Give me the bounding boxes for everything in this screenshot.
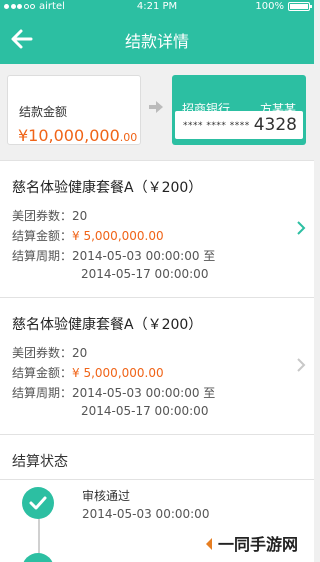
amount-card: 结款金额 ¥10,000,000.00 xyxy=(7,75,141,145)
voucher-count: 20 xyxy=(72,209,88,223)
settle-amount-label: 结算金额： xyxy=(12,229,73,243)
step-pending-icon xyxy=(22,553,54,562)
bank-card: 招商银行 方某某 **** **** **** 4328 xyxy=(172,75,306,145)
period-label: 结算周期： xyxy=(12,249,73,263)
period-start: 2014-05-03 00:00:00 至 xyxy=(72,249,216,263)
period-start: 2014-05-03 00:00:00 至 xyxy=(72,386,216,400)
settlement-item[interactable]: 慈名体验健康套餐A（￥200） 美团券数：20 结算金额：¥ 5,000,000… xyxy=(0,297,314,435)
amount-row: 结算金额：¥ 5,000,000.00 xyxy=(12,227,164,244)
settle-amount: ¥ 5,000,000.00 xyxy=(72,366,164,380)
amount-cents: .00 xyxy=(119,131,138,144)
step-label: 审核通过 xyxy=(82,489,131,503)
site-watermark-logo: 一同手游网 xyxy=(198,532,310,556)
page-title: 结款详情 xyxy=(124,32,189,51)
battery-icon xyxy=(288,2,312,11)
battery-info: 100% xyxy=(255,1,312,12)
period-row: 结算周期：2014-05-03 00:00:00 至 xyxy=(12,384,215,401)
amount-main: ¥10,000,000 xyxy=(18,126,120,145)
settle-amount: ¥ 5,000,000.00 xyxy=(72,229,164,243)
voucher-row: 美团券数：20 xyxy=(12,207,87,224)
item-title: 慈名体验健康套餐A（￥200） xyxy=(12,317,203,333)
settlement-summary: 结款金额 ¥10,000,000.00 招商银行 方某某 **** **** *… xyxy=(0,64,314,160)
amount-row: 结算金额：¥ 5,000,000.00 xyxy=(12,364,164,381)
step-date: 2014-05-03 00:00:00 xyxy=(82,507,210,521)
voucher-label: 美团券数： xyxy=(12,346,73,360)
amount-label: 结款金额 xyxy=(19,105,68,119)
battery-percent: 100% xyxy=(255,1,284,12)
checkmark-icon xyxy=(29,496,47,510)
settle-amount-label: 结算金额： xyxy=(12,366,73,380)
period-label: 结算周期： xyxy=(12,386,73,400)
chevron-right-icon xyxy=(297,358,306,372)
card-number-strip: **** **** **** 4328 xyxy=(175,111,303,139)
period-end: 2014-05-17 00:00:00 xyxy=(81,267,209,281)
period-row: 结算周期：2014-05-03 00:00:00 至 xyxy=(12,247,215,264)
svg-text:一同手游网: 一同手游网 xyxy=(218,535,298,554)
step-done-icon xyxy=(22,487,54,519)
chevron-right-icon xyxy=(297,221,306,235)
divider xyxy=(0,479,314,480)
voucher-count: 20 xyxy=(72,346,88,360)
item-title: 慈名体验健康套餐A（￥200） xyxy=(12,180,203,196)
voucher-label: 美团券数： xyxy=(12,209,73,223)
amount-value: ¥10,000,000.00 xyxy=(18,126,137,145)
settlement-item[interactable]: 慈名体验健康套餐A（￥200） 美团券数：20 结算金额：¥ 5,000,000… xyxy=(0,160,314,298)
card-last-four: 4328 xyxy=(253,115,297,135)
status-bar: airtel 4:21 PM 100% xyxy=(0,0,314,14)
card-number-masked: **** **** **** xyxy=(183,121,250,131)
section-title: 结算状态 xyxy=(12,454,68,470)
transfer-arrow-icon xyxy=(149,101,163,113)
voucher-row: 美团券数：20 xyxy=(12,344,87,361)
period-end: 2014-05-17 00:00:00 xyxy=(81,404,209,418)
nav-bar: 结款详情 xyxy=(0,14,314,64)
